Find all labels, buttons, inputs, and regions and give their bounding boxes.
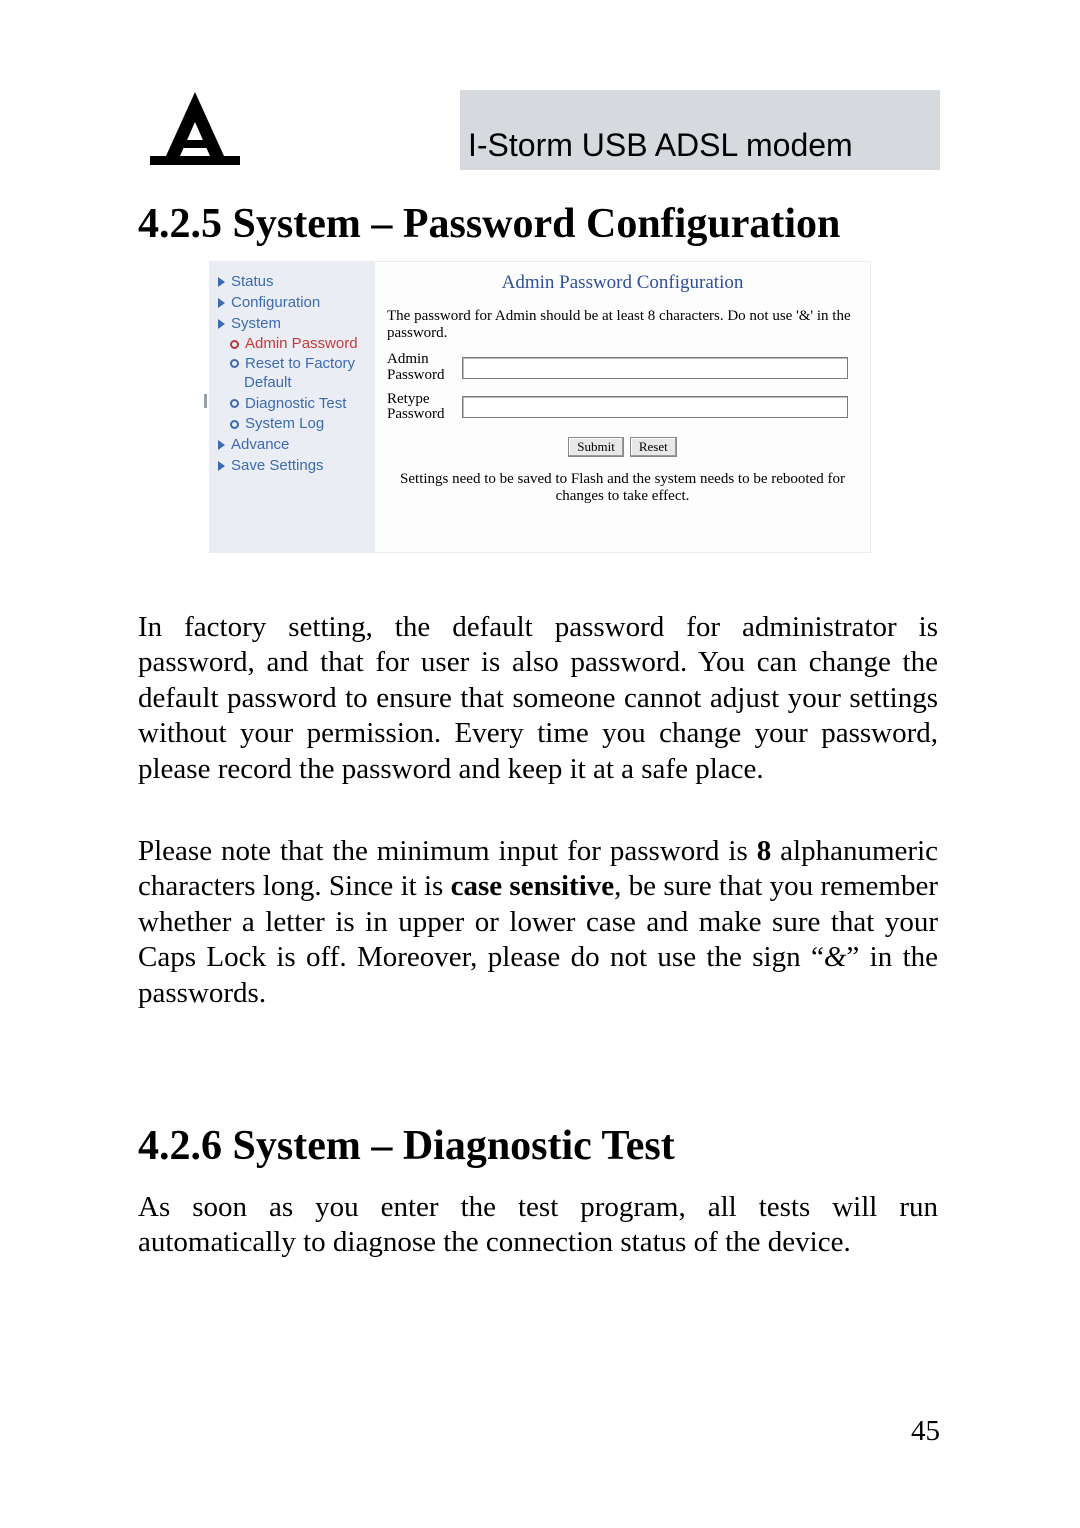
sidebar-item-label: Configuration	[231, 294, 320, 313]
heading-426: 4.2.6 System – Diagnostic Test	[138, 1122, 675, 1170]
embedded-router-screenshot: Status Configuration System Admin Passwo…	[210, 262, 870, 552]
sidebar-item-label: Reset to Factory	[245, 356, 355, 372]
sidebar-item-label: Default	[244, 374, 292, 393]
sidebar-item-reset-factory[interactable]: Reset to Factory	[210, 355, 375, 373]
sidebar-item-label: Advance	[231, 436, 289, 455]
panel-footer-note: Settings need to be saved to Flash and t…	[375, 457, 870, 506]
admin-password-label: Admin Password	[387, 352, 462, 384]
retype-password-label: Retype Password	[387, 392, 462, 424]
sidebar-item-admin-password[interactable]: Admin Password	[210, 334, 375, 355]
admin-password-row: Admin Password	[375, 348, 870, 388]
triangle-icon	[218, 461, 225, 471]
sidebar-item-status[interactable]: Status	[210, 272, 375, 293]
router-sidebar: Status Configuration System Admin Passwo…	[210, 262, 375, 552]
product-name: I-Storm USB ADSL modem	[468, 127, 853, 164]
left-tick	[204, 394, 207, 408]
triangle-icon	[218, 277, 225, 287]
heading-425: 4.2.5 System – Password Configuration	[138, 200, 840, 248]
p2-8: 8	[757, 835, 772, 867]
sidebar-item-reset-factory-line2: Default	[210, 373, 375, 394]
bullet-icon	[230, 420, 239, 429]
panel-title: Admin Password Configuration	[375, 262, 870, 294]
bullet-icon	[230, 359, 239, 368]
panel-hint: The password for Admin should be at leas…	[375, 294, 870, 348]
a-logo-icon	[150, 90, 240, 170]
paragraph-factory-setting: In factory setting, the default password…	[138, 610, 938, 787]
triangle-icon	[218, 440, 225, 450]
triangle-icon	[218, 298, 225, 308]
sidebar-item-system-log[interactable]: System Log	[210, 414, 375, 435]
triangle-icon	[218, 319, 225, 329]
page-number: 45	[911, 1415, 940, 1448]
sidebar-item-diagnostic[interactable]: Diagnostic Test	[210, 394, 375, 415]
paragraph-diagnostic: As soon as you enter the test program, a…	[138, 1190, 938, 1261]
sidebar-item-label: Save Settings	[231, 457, 324, 476]
sidebar-item-label: Admin Password	[245, 335, 358, 354]
paragraph-password-note: Please note that the minimum input for p…	[138, 834, 938, 1011]
p2-a: Please note that the minimum input for p…	[138, 835, 757, 867]
header-band: I-Storm USB ADSL modem	[460, 90, 940, 170]
sidebar-item-system[interactable]: System	[210, 314, 375, 335]
logo	[150, 90, 240, 170]
retype-password-row: Retype Password	[375, 388, 870, 428]
sidebar-item-save-settings[interactable]: Save Settings	[210, 456, 375, 477]
admin-password-input[interactable]	[462, 357, 848, 379]
reset-button[interactable]: Reset	[630, 437, 677, 457]
sidebar-item-label: Diagnostic Test	[245, 395, 346, 414]
sidebar-item-label: System Log	[245, 415, 324, 434]
submit-button[interactable]: Submit	[568, 437, 624, 457]
retype-password-input[interactable]	[462, 396, 848, 418]
sidebar-item-label: System	[231, 315, 281, 334]
bullet-icon	[230, 399, 239, 408]
sidebar-item-label: Status	[231, 273, 274, 292]
p2-case-sensitive: case sensitive	[451, 870, 615, 902]
router-content: Admin Password Configuration The passwor…	[375, 262, 870, 552]
p2-amp: &	[824, 941, 847, 973]
bullet-icon	[230, 340, 239, 349]
sidebar-item-configuration[interactable]: Configuration	[210, 293, 375, 314]
button-row: Submit Reset	[375, 427, 870, 457]
sidebar-item-advance[interactable]: Advance	[210, 435, 375, 456]
